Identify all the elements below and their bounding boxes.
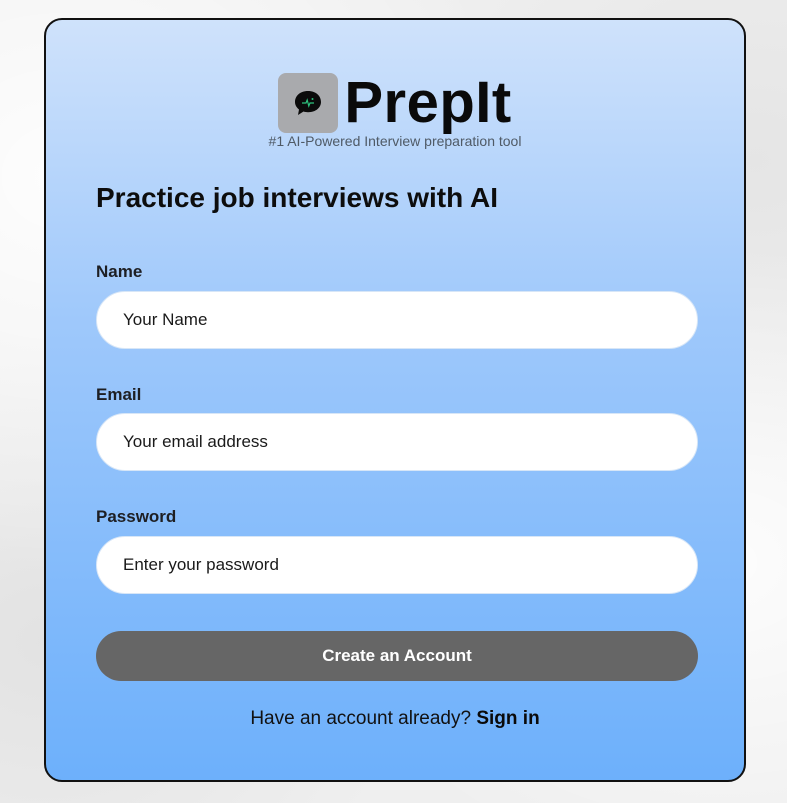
name-label: Name [96,262,143,281]
brand-header: PrepIt [46,70,744,136]
signin-link[interactable]: Sign in [476,708,539,729]
chat-bubble-icon [295,91,322,115]
brand-name: PrepIt [344,70,512,135]
email-input[interactable] [96,413,698,471]
name-input[interactable] [96,291,698,349]
page-title: Practice job interviews with AI [96,182,498,213]
signin-prompt: Have an account already? [250,708,472,729]
email-label: Email [96,385,142,404]
password-label: Password [96,507,177,526]
logo [278,73,339,133]
create-account-button[interactable]: Create an Account [96,631,698,681]
tagline: #1 AI-Powered Interview preparation tool [268,133,522,149]
signup-card: PrepIt #1 AI-Powered Interview preparati… [44,18,746,782]
signin-row: Have an account already? Sign in [46,708,744,730]
password-input[interactable] [96,536,698,594]
